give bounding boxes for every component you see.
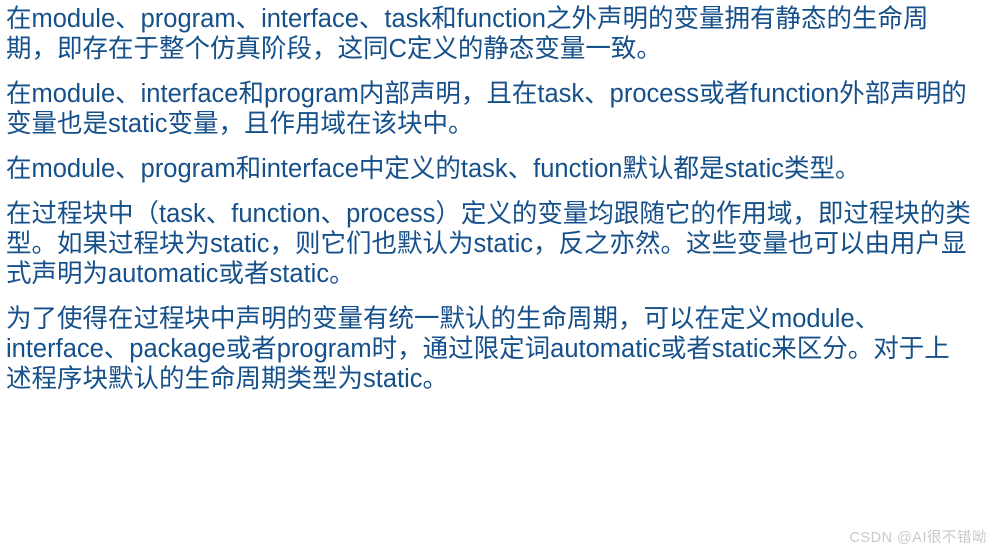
paragraph-1: 在module、program、interface、task和function之…: [6, 5, 929, 63]
text-content-block: 在module、program、interface、task和function之…: [6, 4, 971, 394]
paragraph-4: 在过程块中（task、function、process）定义的变量均跟随它的作用…: [6, 200, 971, 288]
paragraph-2: 在module、interface和program内部声明，且在task、pro…: [6, 80, 967, 138]
paragraph-3: 在module、program和interface中定义的task、functi…: [6, 155, 861, 183]
csdn-watermark: CSDN @AI很不错呦: [849, 530, 987, 546]
paragraph-5: 为了使得在过程块中声明的变量有统一默认的生命周期，可以在定义module、int…: [6, 305, 950, 393]
slide-page: 在module、program、interface、task和function之…: [0, 0, 999, 553]
